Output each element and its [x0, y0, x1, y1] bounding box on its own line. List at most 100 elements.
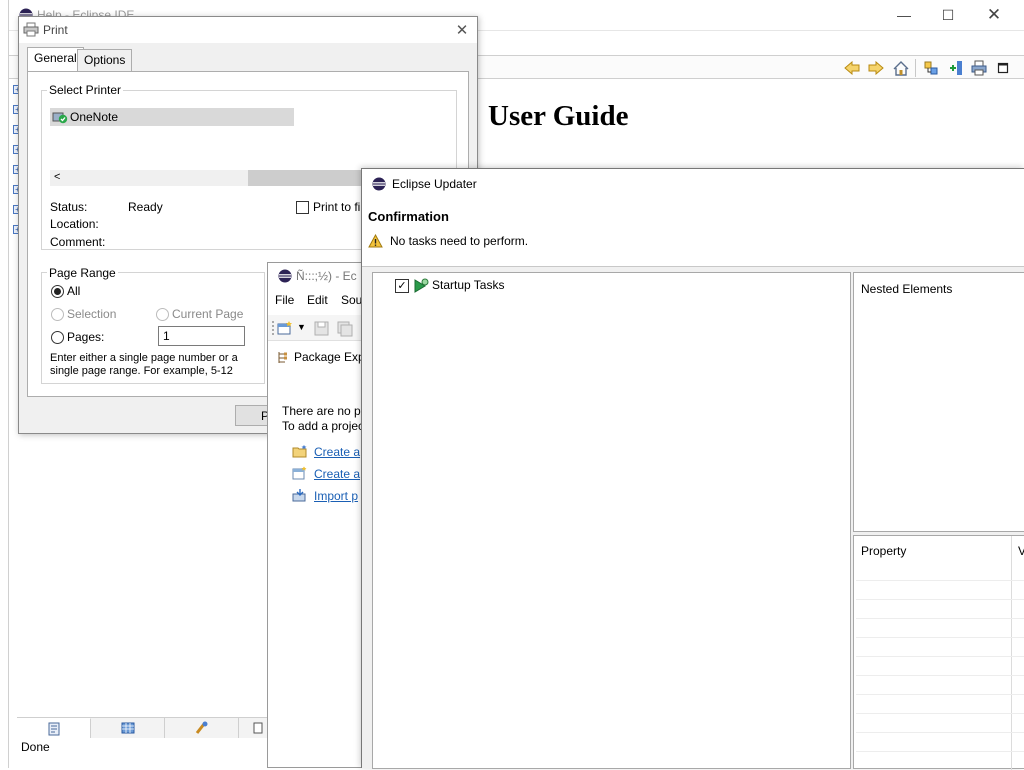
nested-elements-panel: Nested Elements	[853, 272, 1024, 532]
print-titlebar: Print ✕	[19, 17, 477, 43]
tab-contents[interactable]	[17, 718, 91, 738]
toolbar-grip	[272, 321, 274, 335]
printer-name: OneNote	[70, 110, 119, 124]
bookmark-icon[interactable]	[947, 59, 965, 77]
tab-options[interactable]: Options	[77, 49, 133, 71]
printer-icon	[23, 22, 39, 40]
range-pages-radio[interactable]	[51, 330, 64, 344]
new-icon[interactable]	[277, 320, 293, 339]
table-row	[856, 562, 1024, 581]
import-icon	[292, 488, 308, 505]
new-class-icon	[292, 466, 308, 483]
range-selection-label: Selection	[67, 307, 117, 321]
status-value: Ready	[128, 200, 163, 214]
import-projects-link[interactable]: Import p	[314, 489, 358, 503]
page-range-hint: Enter either a single page number or a s…	[50, 352, 238, 377]
minimize-button[interactable]: —	[881, 0, 927, 30]
new-project-icon	[292, 444, 308, 461]
range-current-page-radio	[156, 307, 169, 321]
tab-search[interactable]	[165, 718, 239, 738]
table-row	[856, 600, 1024, 619]
range-pages-label: Pages:	[67, 330, 105, 344]
range-current-page-option: Current Page	[156, 307, 243, 321]
maximize-button[interactable]: ☐	[925, 0, 971, 30]
dialog-title: Print	[43, 23, 68, 37]
printer-item-onenote[interactable]: OneNote	[50, 108, 294, 126]
view-title: Package Expl	[294, 350, 368, 364]
confirmation-heading: Confirmation	[368, 209, 449, 224]
save-icon	[314, 321, 329, 339]
dialog-title: Eclipse Updater	[392, 177, 477, 191]
updater-titlebar: Eclipse Updater	[362, 169, 1024, 199]
confirmation-message: No tasks need to perform.	[390, 234, 529, 248]
table-row	[856, 714, 1024, 733]
empty-message-line-2: To add a projec	[282, 419, 365, 433]
print-icon[interactable]	[970, 59, 988, 77]
eclipse-icon	[278, 269, 292, 286]
tab-general[interactable]: General	[27, 47, 84, 72]
ide-title: Ñ:::;½) - Ec	[296, 269, 357, 283]
eclipse-updater-dialog: Eclipse Updater Confirmation No tasks ne…	[361, 168, 1024, 770]
page-range-label: Page Range	[47, 266, 118, 280]
print-to-file-option[interactable]: Print to file	[296, 200, 370, 214]
value-column-header: V	[1018, 544, 1024, 558]
create-class-link[interactable]: Create a	[314, 467, 360, 481]
close-button[interactable]: ✕	[971, 0, 1017, 30]
range-all-radio[interactable]	[51, 284, 64, 298]
package-explorer-icon	[277, 351, 289, 367]
create-project-link[interactable]: Create a	[314, 445, 360, 459]
empty-message-line-1: There are no pr	[282, 404, 365, 418]
maximize-view-icon[interactable]	[994, 59, 1012, 77]
table-row	[856, 619, 1024, 638]
startup-tasks-label[interactable]: Startup Tasks	[432, 278, 504, 292]
table-row	[856, 733, 1024, 752]
page-heading: User Guide	[488, 100, 629, 132]
save-all-icon	[337, 321, 353, 340]
toolbar-separator	[915, 59, 916, 77]
pages-input[interactable]: 1	[158, 326, 245, 346]
printer-list[interactable]: OneNote	[46, 104, 446, 174]
sync-toc-icon[interactable]	[922, 59, 940, 77]
scroll-left-icon[interactable]: <	[54, 171, 60, 183]
nested-elements-label: Nested Elements	[861, 282, 953, 296]
tab-index[interactable]	[91, 718, 165, 738]
status-bar-text: Done	[21, 740, 50, 754]
print-to-file-checkbox[interactable]	[296, 200, 309, 214]
select-printer-label: Select Printer	[47, 83, 124, 97]
toc-tree: + + + + + + + +	[9, 79, 22, 719]
onenote-printer-icon	[52, 110, 68, 124]
range-all-option[interactable]: All	[51, 284, 80, 298]
range-all-label: All	[67, 284, 81, 298]
bookmarks-icon	[253, 722, 262, 734]
help-bottom-tabs	[17, 717, 277, 738]
search-icon	[195, 721, 207, 734]
table-row	[856, 695, 1024, 714]
startup-tasks-icon	[413, 278, 429, 296]
range-current-page-label: Current Page	[172, 307, 244, 321]
comment-label: Comment:	[50, 235, 106, 249]
table-row	[856, 676, 1024, 695]
startup-tasks-checkbox[interactable]: ✓	[395, 279, 409, 293]
range-selection-option: Selection	[51, 307, 116, 321]
back-icon[interactable]	[843, 59, 861, 77]
eclipse-icon	[372, 177, 386, 194]
table-row	[856, 581, 1024, 600]
warning-icon	[368, 233, 383, 251]
menu-file[interactable]: File	[275, 293, 294, 307]
close-button[interactable]: ✕	[451, 19, 473, 41]
properties-table: Property V	[853, 535, 1024, 770]
property-column-header: Property	[861, 544, 907, 558]
tasks-tree[interactable]: ✓ Startup Tasks	[372, 272, 851, 769]
menu-source[interactable]: Sou	[341, 293, 362, 307]
contents-icon	[48, 722, 59, 735]
range-pages-option[interactable]: Pages:	[51, 330, 104, 344]
confirmation-header: Confirmation No tasks need to perform.	[362, 199, 1024, 267]
range-selection-radio	[51, 307, 64, 321]
status-label: Status:	[50, 200, 88, 214]
menu-edit[interactable]: Edit	[307, 293, 328, 307]
dropdown-icon[interactable]: ▼	[297, 322, 306, 332]
location-label: Location:	[50, 217, 99, 231]
home-icon[interactable]	[892, 59, 910, 77]
index-icon	[121, 722, 134, 734]
forward-icon[interactable]	[867, 59, 885, 77]
